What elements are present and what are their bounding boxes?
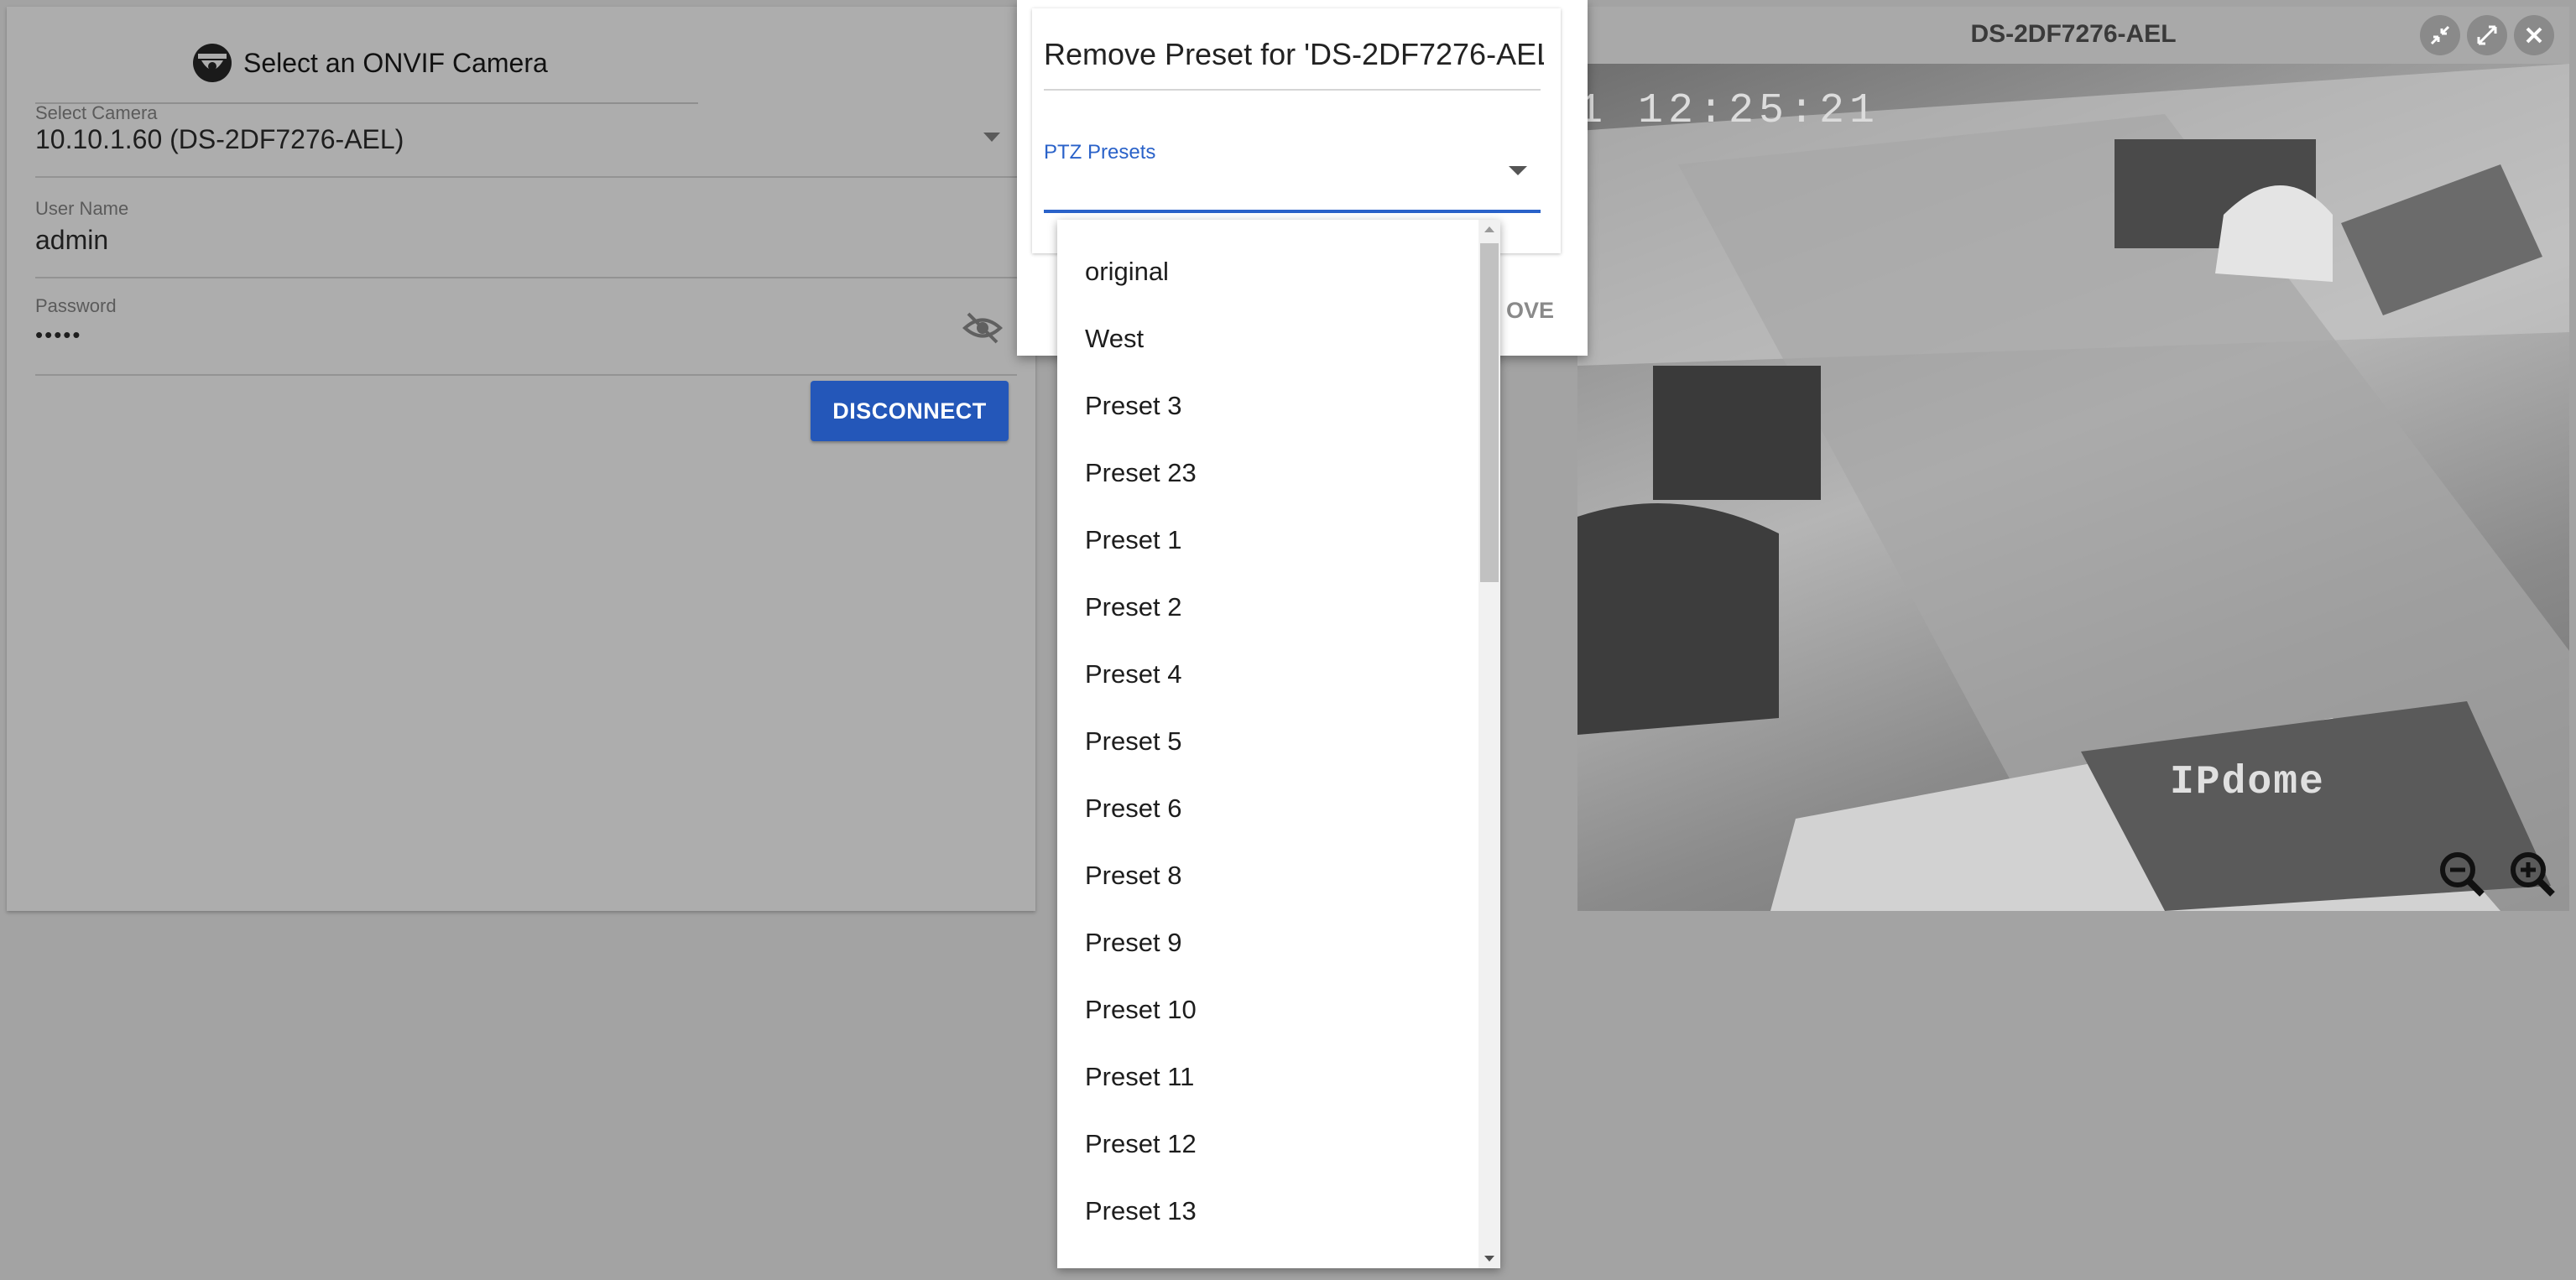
panel-title: Select an ONVIF Camera	[243, 47, 548, 78]
zoom-in-icon[interactable]	[2507, 849, 2558, 899]
list-item[interactable]: original	[1057, 238, 1478, 305]
chevron-down-icon	[983, 133, 1000, 142]
title-divider	[1044, 89, 1541, 91]
video-panel: DS-2DF7276-AEL 1 12:25:21 IPdome	[1577, 7, 2569, 911]
list-item[interactable]: Preset 9	[1057, 909, 1478, 976]
collapse-icon[interactable]	[2420, 15, 2460, 55]
list-item[interactable]: Preset 4	[1057, 641, 1478, 708]
dialog-title: Remove Preset for 'DS-2DF7276-AEL'	[1044, 37, 1544, 71]
password-underline	[35, 374, 1017, 376]
overlay-timestamp: 1 12:25:21	[1577, 87, 1880, 135]
overlay-watermark: IPdome	[2170, 760, 2325, 805]
list-item[interactable]: Preset 8	[1057, 842, 1478, 909]
dome-camera-icon	[193, 44, 232, 82]
username-underline	[35, 277, 1017, 278]
list-item[interactable]: Preset 11	[1057, 1043, 1478, 1111]
list-item[interactable]: Preset 14	[1057, 1245, 1478, 1268]
select-camera-underline	[35, 176, 1017, 178]
expand-icon[interactable]	[2467, 15, 2507, 55]
zoom-out-icon[interactable]	[2437, 849, 2487, 899]
scroll-thumb[interactable]	[1480, 243, 1499, 582]
list-item[interactable]: Preset 12	[1057, 1111, 1478, 1178]
password-input[interactable]: •••••	[35, 322, 1017, 348]
username-label: User Name	[35, 198, 129, 219]
ptz-presets-label: PTZ Presets	[1044, 141, 1156, 164]
disconnect-button[interactable]: DISCONNECT	[811, 381, 1009, 441]
select-camera-label: Select Camera	[35, 102, 158, 123]
ptz-presets-select[interactable]	[1044, 210, 1541, 213]
listbox-scrollbar[interactable]	[1478, 220, 1500, 1268]
video-frame-image	[1577, 64, 2569, 911]
list-item[interactable]: West	[1057, 305, 1478, 372]
list-item[interactable]: Preset 6	[1057, 775, 1478, 842]
password-label: Password	[35, 295, 117, 316]
password-field[interactable]: Password •••••	[35, 295, 1017, 376]
ptz-presets-listbox[interactable]: original West Preset 3 Preset 23 Preset …	[1057, 220, 1500, 1268]
list-item[interactable]: Preset 1	[1057, 507, 1478, 574]
list-item[interactable]: Preset 5	[1057, 708, 1478, 775]
list-item[interactable]: Preset 23	[1057, 440, 1478, 507]
list-item[interactable]: Preset 3	[1057, 372, 1478, 440]
username-field[interactable]: User Name admin	[35, 198, 1017, 278]
close-icon[interactable]	[2514, 15, 2554, 55]
scroll-down-icon[interactable]	[1484, 1256, 1494, 1262]
list-item[interactable]: Preset 13	[1057, 1178, 1478, 1245]
camera-connection-panel: Select an ONVIF Camera Select Camera 10.…	[7, 7, 1035, 911]
select-camera-value: 10.10.1.60 (DS-2DF7276-AEL)	[35, 124, 404, 154]
select-camera-dropdown[interactable]: Select Camera 10.10.1.60 (DS-2DF7276-AEL…	[35, 102, 1017, 178]
scroll-up-icon[interactable]	[1484, 226, 1494, 232]
panel-header: Select an ONVIF Camera	[191, 34, 548, 92]
video-titlebar: DS-2DF7276-AEL	[1577, 7, 2569, 64]
visibility-off-icon[interactable]	[962, 307, 1004, 349]
list-item[interactable]: Preset 10	[1057, 976, 1478, 1043]
username-input[interactable]: admin	[35, 225, 1017, 256]
list-item[interactable]: Preset 2	[1057, 574, 1478, 641]
preset-list: original West Preset 3 Preset 23 Preset …	[1057, 238, 1478, 1268]
chevron-down-icon[interactable]	[1509, 166, 1527, 175]
camera-video-feed[interactable]: 1 12:25:21 IPdome	[1577, 64, 2569, 911]
